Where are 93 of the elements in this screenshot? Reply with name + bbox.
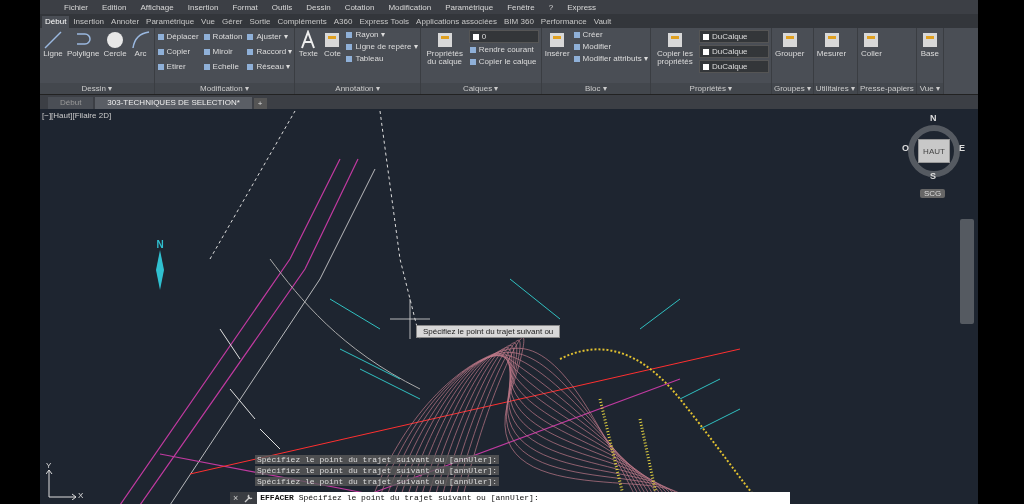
ribbon-button[interactable]: Tableau [345,54,418,63]
tool-icon [130,30,151,50]
menu-item[interactable]: Fenêtre [507,2,535,12]
ribbon-button[interactable]: Ligne de repère ▾ [345,42,418,51]
panel-title[interactable]: Annotation ▾ [295,83,420,94]
panel-title[interactable]: Bloc ▾ [541,83,650,94]
ribbon-tab[interactable]: Vault [590,16,615,28]
menu-item[interactable]: Affichage [140,2,174,12]
menu-item[interactable]: Outils [271,2,293,12]
tool-icon [43,30,63,50]
dropdown[interactable]: DuCalque [698,45,769,58]
menu-item[interactable]: Modification [388,2,432,12]
menu-item[interactable]: Express [567,2,597,12]
menu-item[interactable]: Cotation [344,2,375,12]
wrench-icon[interactable] [244,493,255,503]
north-arrow-icon [156,250,164,290]
ribbon-tab[interactable]: Vue [198,16,219,28]
compass-label[interactable]: O [902,143,909,153]
ribbon-button[interactable]: Modifier [572,42,648,51]
panel-title[interactable]: Dessin ▾ [40,83,154,94]
tooltip: Spécifiez le point du trajet suivant ou [416,325,561,338]
axis-label: X [78,491,84,500]
ribbon-button[interactable]: Copier le calque [468,57,539,66]
ribbon-button[interactable]: Ligne [42,30,64,81]
ribbon-button[interactable]: Echelle [202,62,243,71]
panel-title[interactable]: Calques ▾ [420,83,541,94]
tool-icon [105,30,126,50]
new-tab-button[interactable]: + [253,98,267,109]
ribbon-button[interactable]: Déplacer [156,32,199,41]
ribbon-tab[interactable]: Performance [537,16,590,28]
compass-label[interactable]: N [930,113,937,123]
ribbon-button[interactable]: Raccord ▾ [246,47,293,56]
ribbon-button[interactable]: Rendre courant [468,45,539,54]
ribbon-button[interactable]: Rotation [202,32,243,41]
ribbon-tab[interactable]: Gérer [219,16,246,28]
ribbon-button[interactable]: Miroir [202,47,243,56]
panel-title[interactable]: Vue ▾ [916,83,943,94]
dropdown[interactable]: DuCalque [698,60,769,73]
ucs-menu-button[interactable]: SCG [920,189,946,198]
panel-title[interactable]: Modification ▾ [154,83,295,94]
ribbon-button[interactable]: Réseau ▾ [246,62,293,71]
ribbon-button[interactable]: Arc [129,30,152,81]
ribbon-tab[interactable]: Annoter [108,16,143,28]
menu-item[interactable]: ? [548,2,554,12]
north-label: N [156,239,164,250]
ribbon-button[interactable]: Texte [297,30,320,81]
ribbon-button[interactable]: Grouper [773,30,806,81]
ribbon-tab[interactable]: Applications associées [413,16,501,28]
panel-title[interactable]: Utilitaires ▾ [813,83,857,94]
command-input-field[interactable]: EFFACER Spécifiez le point du trajet suivant ou [annUler]: [257,492,790,504]
ribbon-tab[interactable]: BIM 360 [501,16,537,28]
ribbon-tab[interactable]: Début [42,16,70,28]
menu-item[interactable]: Fichier [64,2,88,12]
dropdown[interactable]: DuCalque [698,30,769,43]
ribbon-tab[interactable]: Express Tools [356,16,413,28]
document-tab[interactable]: 303-TECHNIQUES DE SELECTION* [95,97,252,109]
menu-item[interactable]: Format [232,2,258,12]
ribbon-tab[interactable]: Paramétrique [143,16,198,28]
menu-item[interactable]: Dessin [306,2,331,12]
menu-item[interactable]: Paramétrique [445,2,494,12]
ribbon-button[interactable]: Mesurer [815,30,848,81]
ribbon-button[interactable]: Insérer [543,30,571,81]
ribbon-button[interactable]: Copier [156,47,199,56]
ribbon-button[interactable]: Coller [860,30,883,81]
ribbon-button[interactable]: Cercle [102,30,128,81]
ribbon-button[interactable]: Créer [572,30,648,39]
ribbon-button[interactable]: Rayon ▾ [345,30,418,39]
ribbon-tab[interactable]: Sortie [246,16,274,28]
compass-label[interactable]: E [959,143,965,153]
menu-item[interactable]: Insertion [187,2,219,12]
ribbon-button[interactable]: Ajuster ▾ [246,32,293,41]
ribbon-button[interactable]: Polyligne [66,30,101,81]
panel-title[interactable]: Presse-papiers [858,83,916,94]
ucs-axes-icon [46,470,76,500]
close-button[interactable]: × [230,492,242,504]
panel-title[interactable]: Groupes ▾ [771,83,813,94]
drawing-canvas[interactable] [40,109,978,504]
viewcube-face[interactable]: HAUT [918,139,950,163]
ribbon-tab[interactable]: A360 [330,16,356,28]
ribbon-button[interactable]: Modifier attributs ▾ [572,54,648,63]
ribbon-tab[interactable]: Compléments [274,16,330,28]
axis-label: Y [46,461,53,470]
ribbon-button[interactable]: Base [918,30,941,81]
compass-label[interactable]: S [930,171,936,181]
ribbon-button[interactable]: Etirer [156,62,199,71]
dropdown[interactable]: 0 [468,30,539,43]
panel-title[interactable]: Propriétés ▾ [650,83,771,94]
ribbon-button[interactable]: Propriétés du calque [422,30,467,81]
ribbon-tab[interactable]: Insertion [70,16,108,28]
ribbon-button[interactable]: Cote [321,30,344,81]
viewport-controls[interactable]: [−][Haut][Filaire 2D] [42,111,112,120]
menu-item[interactable]: Edition [102,2,127,12]
ribbon-button[interactable]: Copier les propriétés [652,30,697,81]
